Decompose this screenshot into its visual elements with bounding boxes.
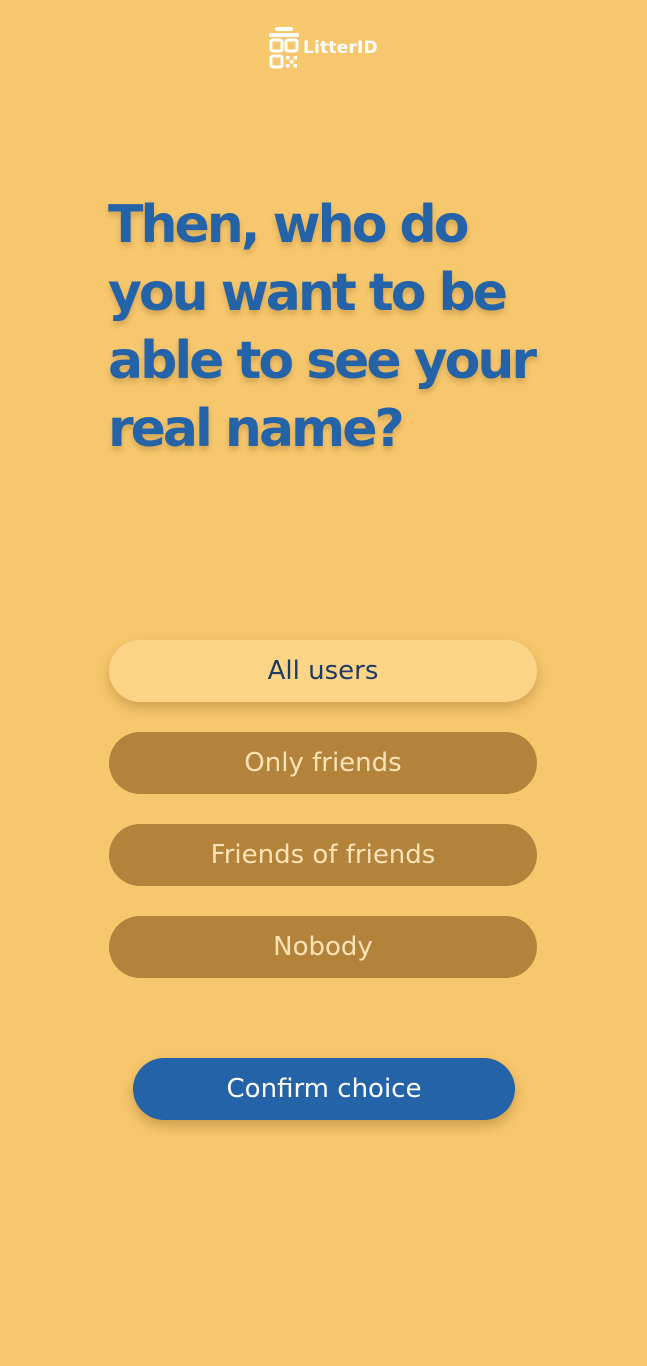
option-friends-of-friends[interactable]: Friends of friends (109, 824, 537, 886)
option-only-friends[interactable]: Only friends (109, 732, 537, 794)
brand-name: LitterID (303, 38, 378, 58)
page-title: Then, who do you want to be able to see … (108, 195, 537, 459)
app-logo: LitterID (269, 27, 378, 73)
option-all-users[interactable]: All users (109, 640, 537, 702)
confirm-choice-button[interactable]: Confirm choice (133, 1058, 515, 1120)
option-nobody[interactable]: Nobody (109, 916, 537, 978)
litter-id-logo-icon (269, 27, 299, 69)
visibility-options: All users Only friends Friends of friend… (109, 640, 537, 1008)
